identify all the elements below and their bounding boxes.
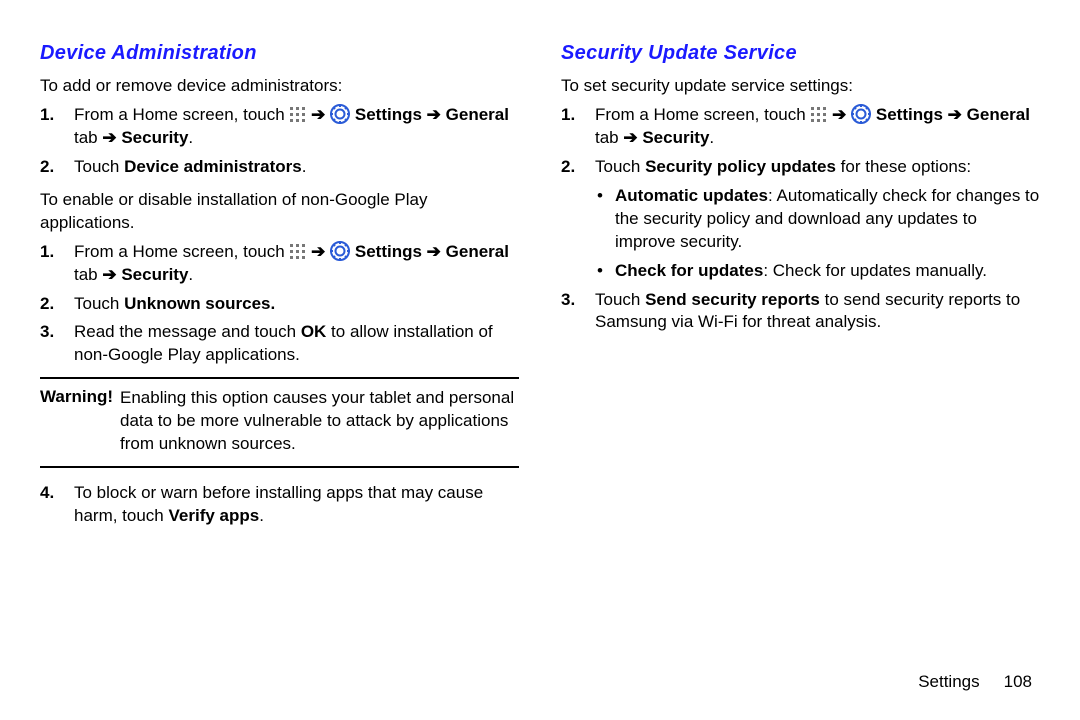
step-3-read-message: 3. Read the message and touch OK to allo… — [68, 321, 519, 367]
step-3-send-security-reports: 3. Touch Send security reports to send s… — [589, 289, 1040, 335]
heading-device-administration: Device Administration — [40, 42, 519, 65]
step-1-nav-security-c: 1. From a Home screen, touch ➔ Settings … — [589, 104, 1040, 150]
arrow-icon: ➔ — [311, 105, 325, 124]
warning-label: Warning! — [40, 387, 120, 456]
settings-gear-icon — [330, 104, 350, 124]
footer-page-number: 108 — [1004, 672, 1032, 692]
apps-grid-icon — [289, 106, 306, 123]
footer-section: Settings — [918, 672, 979, 692]
apps-grid-icon — [289, 243, 306, 260]
heading-security-update-service: Security Update Service — [561, 42, 1040, 65]
left-column: Device Administration To add or remove d… — [40, 42, 519, 720]
step-2-security-policy-updates: 2. Touch Security policy updates for the… — [589, 156, 1040, 283]
step-1-nav-security: 1. From a Home screen, touch ➔ Settings … — [68, 104, 519, 150]
settings-gear-icon — [330, 241, 350, 261]
page: Device Administration To add or remove d… — [0, 0, 1080, 720]
intro-add-remove-admins: To add or remove device administrators: — [40, 75, 519, 98]
right-column: Security Update Service To set security … — [561, 42, 1040, 720]
arrow-icon: ➔ — [311, 242, 325, 261]
option-automatic-updates: Automatic updates: Automatically check f… — [611, 185, 1040, 254]
step-2-unknown-sources: 2. Touch Unknown sources. — [68, 293, 519, 316]
step-4-verify-apps: 4. To block or warn before installing ap… — [68, 482, 519, 528]
intro-security-update: To set security update service settings: — [561, 75, 1040, 98]
settings-gear-icon — [851, 104, 871, 124]
steps-unknown-sources: 1. From a Home screen, touch ➔ Settings … — [40, 241, 519, 368]
page-footer: Settings 108 — [918, 672, 1032, 692]
steps-security-update: 1. From a Home screen, touch ➔ Settings … — [561, 104, 1040, 334]
security-policy-options: Automatic updates: Automatically check f… — [595, 185, 1040, 283]
warning-box: Warning! Enabling this option causes you… — [40, 377, 519, 468]
steps-add-remove-admins: 1. From a Home screen, touch ➔ Settings … — [40, 104, 519, 179]
steps-verify-apps: 4. To block or warn before installing ap… — [40, 482, 519, 528]
option-check-for-updates: Check for updates: Check for updates man… — [611, 260, 1040, 283]
arrow-icon: ➔ — [832, 105, 846, 124]
warning-text: Enabling this option causes your tablet … — [120, 387, 519, 456]
apps-grid-icon — [810, 106, 827, 123]
step-2-device-admins: 2. Touch Device administrators. — [68, 156, 519, 179]
intro-unknown-sources: To enable or disable installation of non… — [40, 189, 519, 235]
step-1-nav-security-b: 1. From a Home screen, touch ➔ Settings … — [68, 241, 519, 287]
